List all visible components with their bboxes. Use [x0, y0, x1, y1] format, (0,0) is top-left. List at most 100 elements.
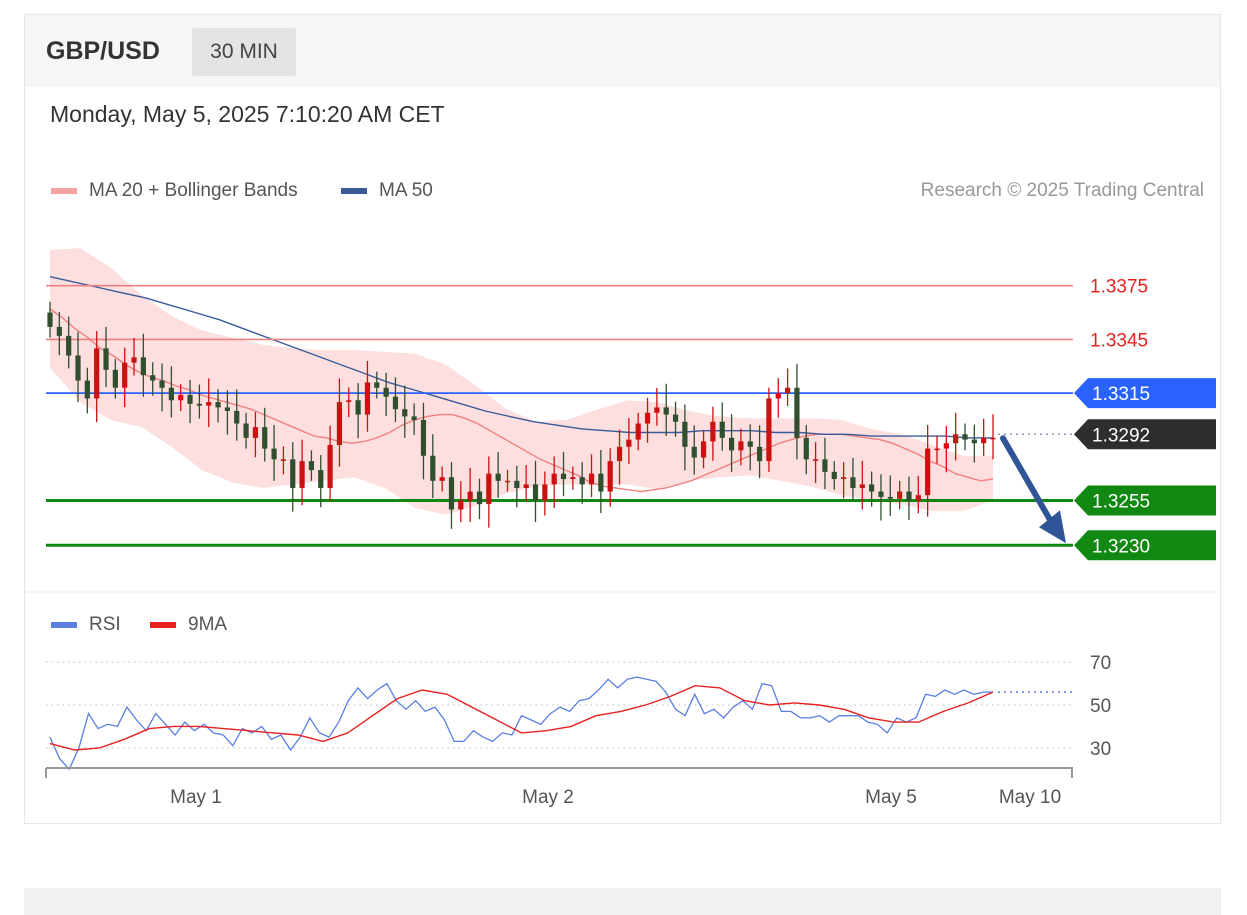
candle-body: [560, 473, 567, 480]
candle-body: [747, 441, 753, 447]
candle-body: [672, 414, 679, 422]
candle-body: [168, 387, 174, 401]
candle-body: [514, 480, 520, 488]
candle-body: [897, 491, 903, 499]
x-tick-label: May 2: [522, 787, 574, 808]
candle-body: [448, 477, 455, 510]
level-label-pivot: 1.3315: [1092, 384, 1150, 405]
candle-body: [467, 491, 473, 501]
candle-body: [243, 423, 249, 438]
candle-body: [364, 382, 371, 415]
candle-body: [280, 459, 287, 461]
candle-body: [486, 473, 492, 505]
candle-body: [206, 402, 212, 406]
candle-body: [532, 484, 539, 501]
candle-body: [710, 421, 716, 442]
footer-bar: [24, 888, 1221, 915]
candle-body: [663, 407, 669, 415]
candle-body: [299, 461, 305, 488]
level-label-support: 1.3255: [1092, 492, 1150, 513]
bollinger-band: [50, 248, 993, 515]
candle-body: [318, 470, 324, 488]
candle-body: [224, 407, 230, 411]
candle-body: [841, 477, 847, 480]
candle-body: [588, 473, 595, 485]
candle-body: [271, 448, 277, 460]
candle-body: [458, 500, 464, 510]
candle-body: [308, 461, 315, 471]
candle-body: [981, 437, 987, 444]
candle-body: [504, 480, 511, 483]
candle-body: [420, 419, 427, 456]
candle-body: [178, 394, 184, 401]
candle-body: [635, 423, 641, 440]
candle-body: [654, 407, 660, 413]
candle-body: [691, 446, 697, 458]
candle-body: [112, 369, 118, 388]
candle-body: [579, 477, 585, 485]
candle-body: [766, 398, 772, 462]
candle-body: [84, 380, 90, 399]
rsi-tick-label: 50: [1090, 696, 1111, 717]
candle-body: [831, 471, 837, 480]
candle-body: [682, 421, 688, 447]
candle-body: [551, 473, 557, 485]
candle-body: [700, 441, 707, 458]
candle-body: [122, 362, 128, 388]
rsi-tick-label: 70: [1090, 653, 1111, 674]
candle-body: [131, 357, 137, 363]
candle-body: [56, 326, 62, 336]
rsi-tick-label: 30: [1090, 739, 1111, 760]
candle-body: [252, 427, 259, 438]
candle-body: [374, 382, 380, 388]
rsi-ma-line: [49, 684, 994, 751]
candle-body: [756, 446, 763, 462]
candle-body: [971, 439, 977, 444]
candle-body: [738, 441, 744, 451]
level-label-current: 1.3292: [1092, 425, 1150, 446]
candle-body: [290, 459, 296, 488]
candle-body: [719, 421, 725, 438]
candle-body: [346, 400, 352, 403]
candle-body: [262, 427, 268, 449]
candle-body: [327, 445, 333, 488]
candle-body: [150, 375, 156, 381]
forecast-arrow: [1000, 435, 1055, 527]
x-tick-label: May 5: [865, 787, 917, 808]
candle-body: [906, 491, 912, 501]
candle-body: [934, 448, 940, 451]
candle-body: [383, 387, 389, 397]
candle-body: [925, 448, 931, 496]
candle-body: [47, 312, 53, 327]
candle-body: [392, 396, 399, 410]
candle-body: [66, 335, 72, 356]
candle-body: [626, 439, 632, 447]
candle-body: [943, 443, 949, 449]
candle-body: [75, 355, 81, 381]
candle-body: [140, 357, 146, 376]
candle-body: [784, 387, 791, 394]
candle-body: [953, 434, 959, 444]
candle-body: [915, 495, 921, 501]
candle-body: [411, 416, 417, 420]
candle-body: [822, 459, 828, 472]
level-label-support: 1.3230: [1092, 536, 1150, 557]
candle-body: [850, 477, 856, 488]
candle-body: [859, 484, 865, 488]
x-tick-label: May 10: [999, 787, 1061, 808]
x-tick-label: May 1: [170, 787, 222, 808]
candle-body: [598, 473, 604, 492]
candle-body: [813, 459, 819, 461]
candle-body: [887, 496, 893, 499]
candle-body: [196, 403, 202, 406]
rsi-line: [49, 676, 993, 771]
candle-body: [402, 409, 408, 417]
candle-body: [94, 348, 100, 399]
candle-body: [570, 477, 576, 480]
candle-body: [430, 455, 436, 481]
candle-body: [775, 393, 781, 399]
candle-body: [103, 348, 109, 370]
candle-body: [439, 477, 445, 481]
candle-body: [607, 461, 613, 492]
candle-body: [990, 437, 996, 440]
